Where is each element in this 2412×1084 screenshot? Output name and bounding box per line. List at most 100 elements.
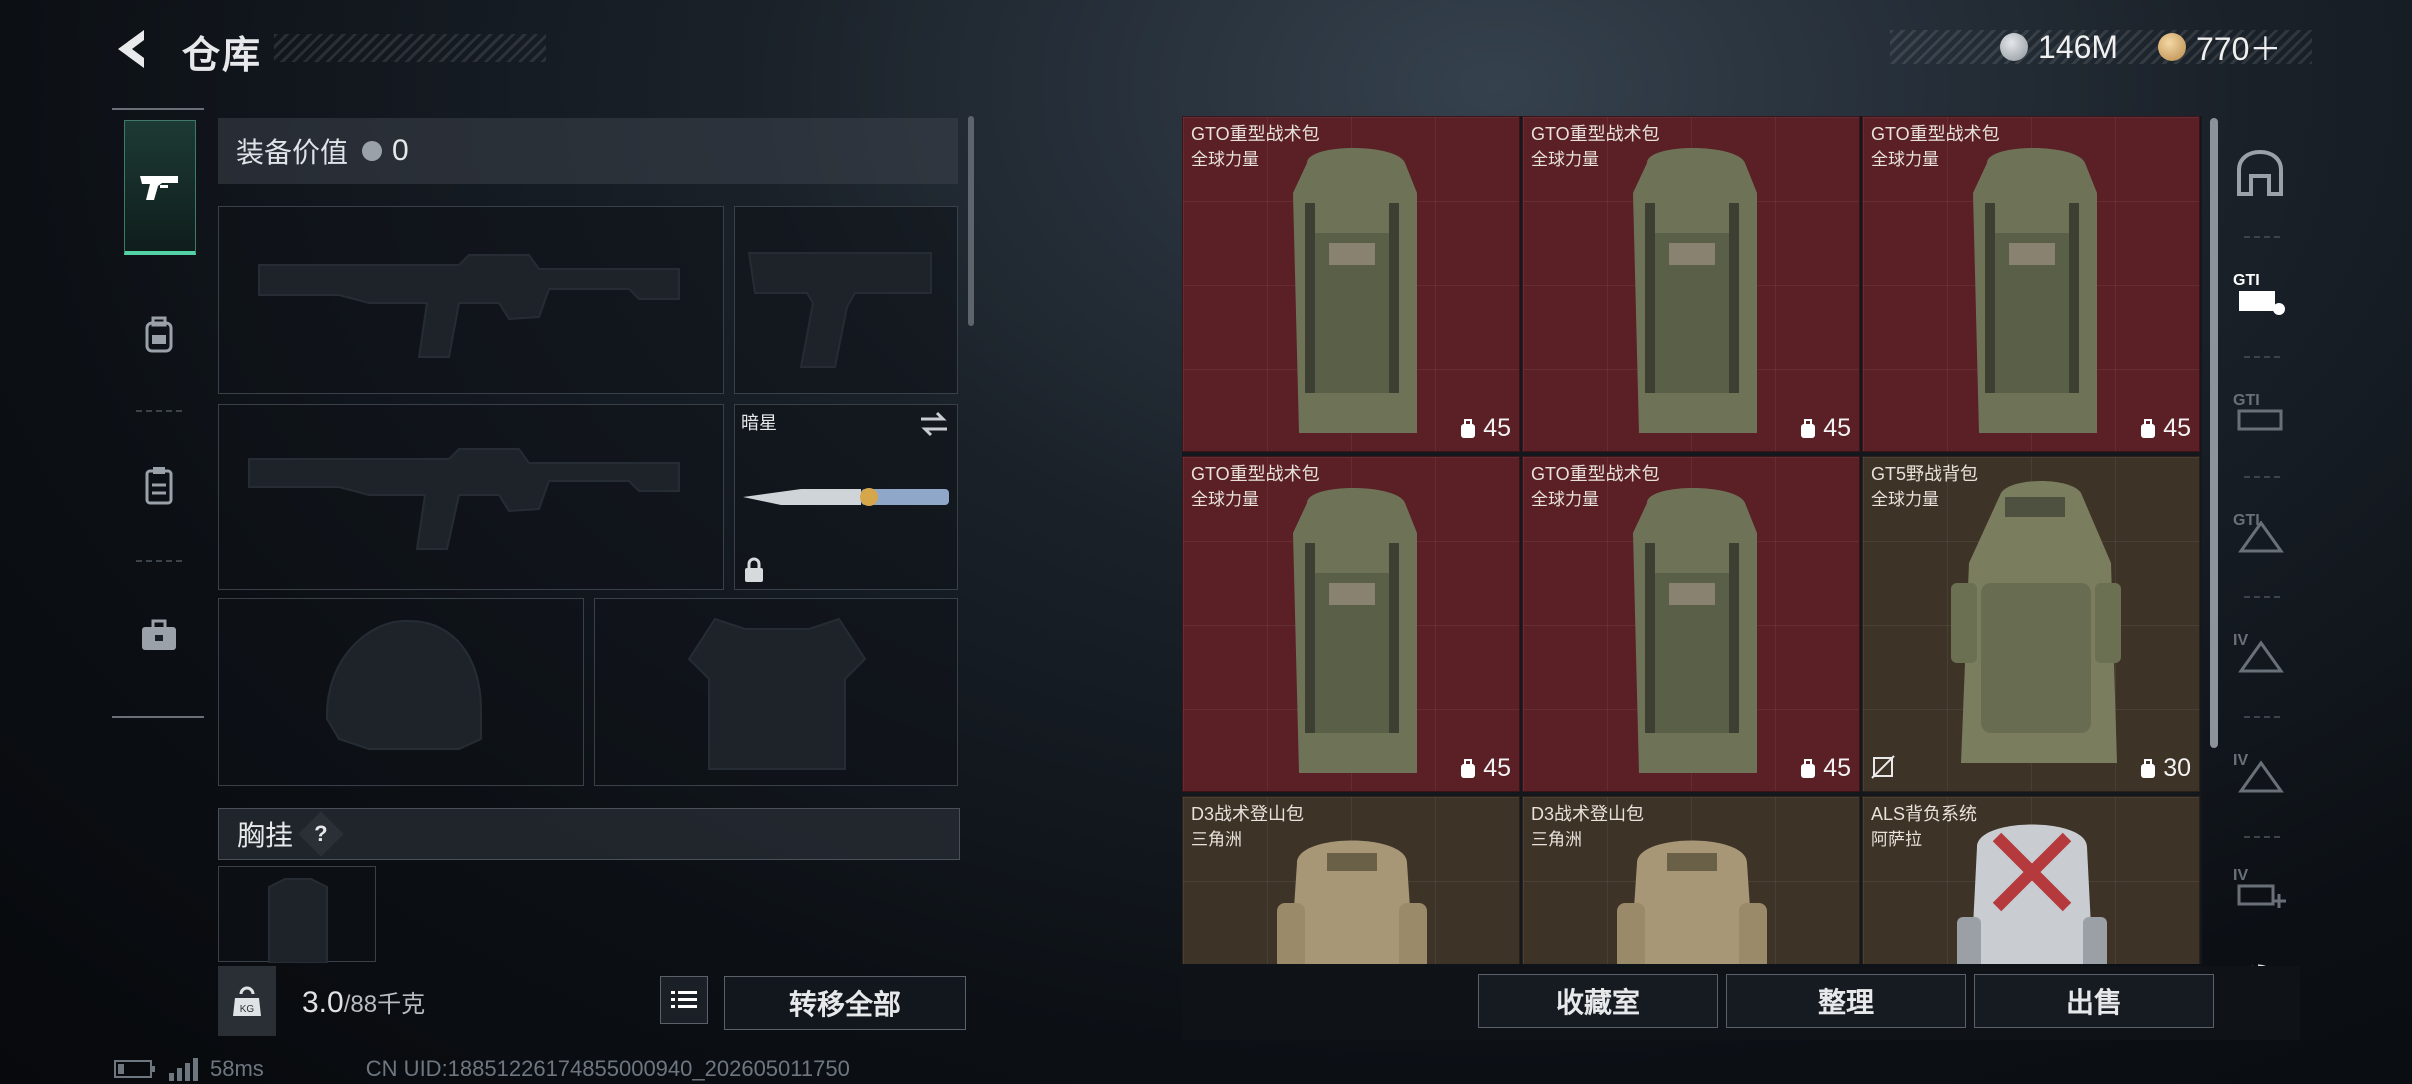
primary-weapon-slot[interactable]: [218, 206, 724, 394]
storage-case-add-icon: IV: [2233, 867, 2286, 908]
item-name: GT5野战背包: [1871, 464, 1979, 484]
storage-item[interactable]: ALS背负系统 阿萨拉: [1862, 796, 2200, 964]
page-label: IV: [2233, 752, 2248, 769]
pistol-icon: [140, 176, 178, 200]
item-faction: 全球力量: [1191, 490, 1259, 509]
rifle-silhouette-icon: [258, 254, 680, 358]
storage-page-gti-2[interactable]: GTI: [2222, 358, 2298, 468]
mountain-backpack-image: [1617, 840, 1767, 964]
equipment-scrollbar[interactable]: [968, 116, 974, 326]
item-faction: 全球力量: [1531, 150, 1599, 169]
capacity-value: 45: [2163, 414, 2191, 442]
storage-page-nav: GTI GTI GTI IV IV IV: [2222, 118, 2298, 958]
item-name: GTO重型战术包: [1531, 464, 1660, 484]
melee-slot[interactable]: 暗星: [734, 404, 958, 590]
storage-item[interactable]: GT5野战背包 全球力量 30: [1862, 456, 2200, 792]
secondary-weapon-slot[interactable]: [218, 404, 724, 590]
item-name: GTO重型战术包: [1191, 124, 1320, 144]
page-label: GTI: [2233, 272, 2260, 289]
help-label: ?: [314, 820, 328, 846]
sort-button[interactable]: 整理: [1726, 974, 1966, 1028]
armor-slot[interactable]: [594, 598, 958, 786]
gold-amount: 770＋: [2196, 31, 2282, 67]
tab-cases[interactable]: [124, 570, 194, 700]
equipment-value-amount: 0: [392, 134, 409, 167]
storage-item[interactable]: GTO重型战术包 全球力量 45: [1182, 116, 1520, 452]
pistol-silhouette-icon: [747, 252, 932, 368]
transfer-all-button[interactable]: 转移全部: [724, 976, 966, 1030]
melee-name: 暗星: [741, 413, 777, 433]
gold-currency[interactable]: 770＋: [2158, 26, 2281, 68]
briefcase-icon: [142, 619, 176, 650]
no-insurance-icon: [1871, 755, 1895, 779]
storage-page-gti-3[interactable]: GTI: [2222, 478, 2298, 588]
storage-page-iv-add[interactable]: IV: [2222, 838, 2298, 938]
user-uid: CN UID:18851226174855000940_202605011750: [365, 1056, 850, 1081]
item-name: GTO重型战术包: [1531, 124, 1660, 144]
item-faction: 全球力量: [1191, 150, 1259, 169]
item-name: ALS背负系统: [1871, 804, 1978, 824]
storage-grid[interactable]: GTO重型战术包 全球力量 45 GTO重型战术包 全球力量 45 GTO重型战…: [1182, 116, 2202, 964]
storage-item[interactable]: GTO重型战术包 全球力量 45: [1862, 116, 2200, 452]
capacity-icon: [1461, 418, 1476, 438]
item-capacity: 45: [2139, 414, 2191, 443]
item-name: GTO重型战术包: [1871, 124, 2000, 144]
page-label: GTI: [2233, 392, 2260, 409]
ping-value: 58ms: [210, 1056, 264, 1081]
heavy-backpack-image: [1633, 148, 1757, 433]
sidearm-slot[interactable]: [734, 206, 958, 394]
equipment-value-label: 装备价值: [236, 137, 349, 168]
heavy-backpack-image: [1973, 148, 2097, 433]
heavy-backpack-image: [1633, 488, 1757, 773]
helmet-silhouette-icon: [325, 619, 482, 750]
storage-scrollbar[interactable]: [2210, 118, 2218, 748]
storage-case-icon: GTI: [2233, 512, 2284, 553]
collection-room-button[interactable]: 收藏室: [1478, 974, 1718, 1028]
item-name: D3战术登山包: [1191, 804, 1305, 824]
capacity-icon: [1801, 418, 1816, 438]
item-faction: 全球力量: [1871, 490, 1939, 509]
gold-coin-icon: [2158, 33, 2186, 61]
storage-page-main[interactable]: [2222, 118, 2298, 228]
storage-item[interactable]: D3战术登山包 三角洲: [1182, 796, 1520, 964]
item-name: D3战术登山包: [1531, 804, 1645, 824]
weight-max: /88千克: [343, 991, 426, 1018]
tab-items[interactable]: [124, 420, 194, 550]
page-title: 仓库: [182, 35, 263, 77]
item-capacity: 45: [1799, 414, 1851, 443]
list-icon: [671, 991, 697, 1008]
item-faction: 阿萨拉: [1871, 830, 1922, 849]
storage-item[interactable]: GTO重型战术包 全球力量 45: [1522, 116, 1860, 452]
swap-icon[interactable]: [919, 411, 949, 437]
kg-label: KG: [240, 1004, 255, 1015]
helmet-slot[interactable]: [218, 598, 584, 786]
load-carrier-backpack-image: [1957, 824, 2107, 964]
capacity-value: 45: [1823, 754, 1851, 782]
capacity-value: 45: [1483, 754, 1511, 782]
storage-item[interactable]: GTO重型战术包 全球力量 45: [1522, 456, 1860, 792]
sell-button[interactable]: 出售: [1974, 974, 2214, 1028]
chest-rig-silhouette-icon: [268, 878, 328, 964]
item-faction: 三角洲: [1191, 830, 1242, 849]
list-view-button[interactable]: [660, 976, 708, 1024]
carry-weight: 3.0/88千克: [302, 984, 425, 1020]
storage-item[interactable]: D3战术登山包 三角洲: [1522, 796, 1860, 964]
storage-case-icon: IV: [2233, 752, 2284, 793]
title-decoration: [274, 34, 546, 62]
storage-page-iv-1[interactable]: IV: [2222, 598, 2298, 708]
help-icon[interactable]: ?: [298, 811, 344, 857]
silver-currency: 146M: [2000, 26, 2118, 68]
chest-rig-slot[interactable]: [218, 866, 376, 964]
item-faction: 全球力量: [1531, 490, 1599, 509]
storage-page-gti-active[interactable]: GTI: [2222, 238, 2298, 348]
storage-item[interactable]: GTO重型战术包 全球力量 45: [1182, 456, 1520, 792]
mountain-backpack-image: [1277, 840, 1427, 964]
tab-gear[interactable]: [124, 270, 194, 400]
chest-rig-header: 胸挂 ?: [218, 808, 960, 860]
kettlebell-icon: KG: [233, 986, 261, 1016]
tab-weapons[interactable]: [124, 120, 196, 255]
capacity-icon: [2141, 758, 2156, 778]
page-label: IV: [2233, 632, 2248, 649]
storage-page-iv-2[interactable]: IV: [2222, 718, 2298, 828]
back-arrow-icon[interactable]: [110, 26, 156, 72]
